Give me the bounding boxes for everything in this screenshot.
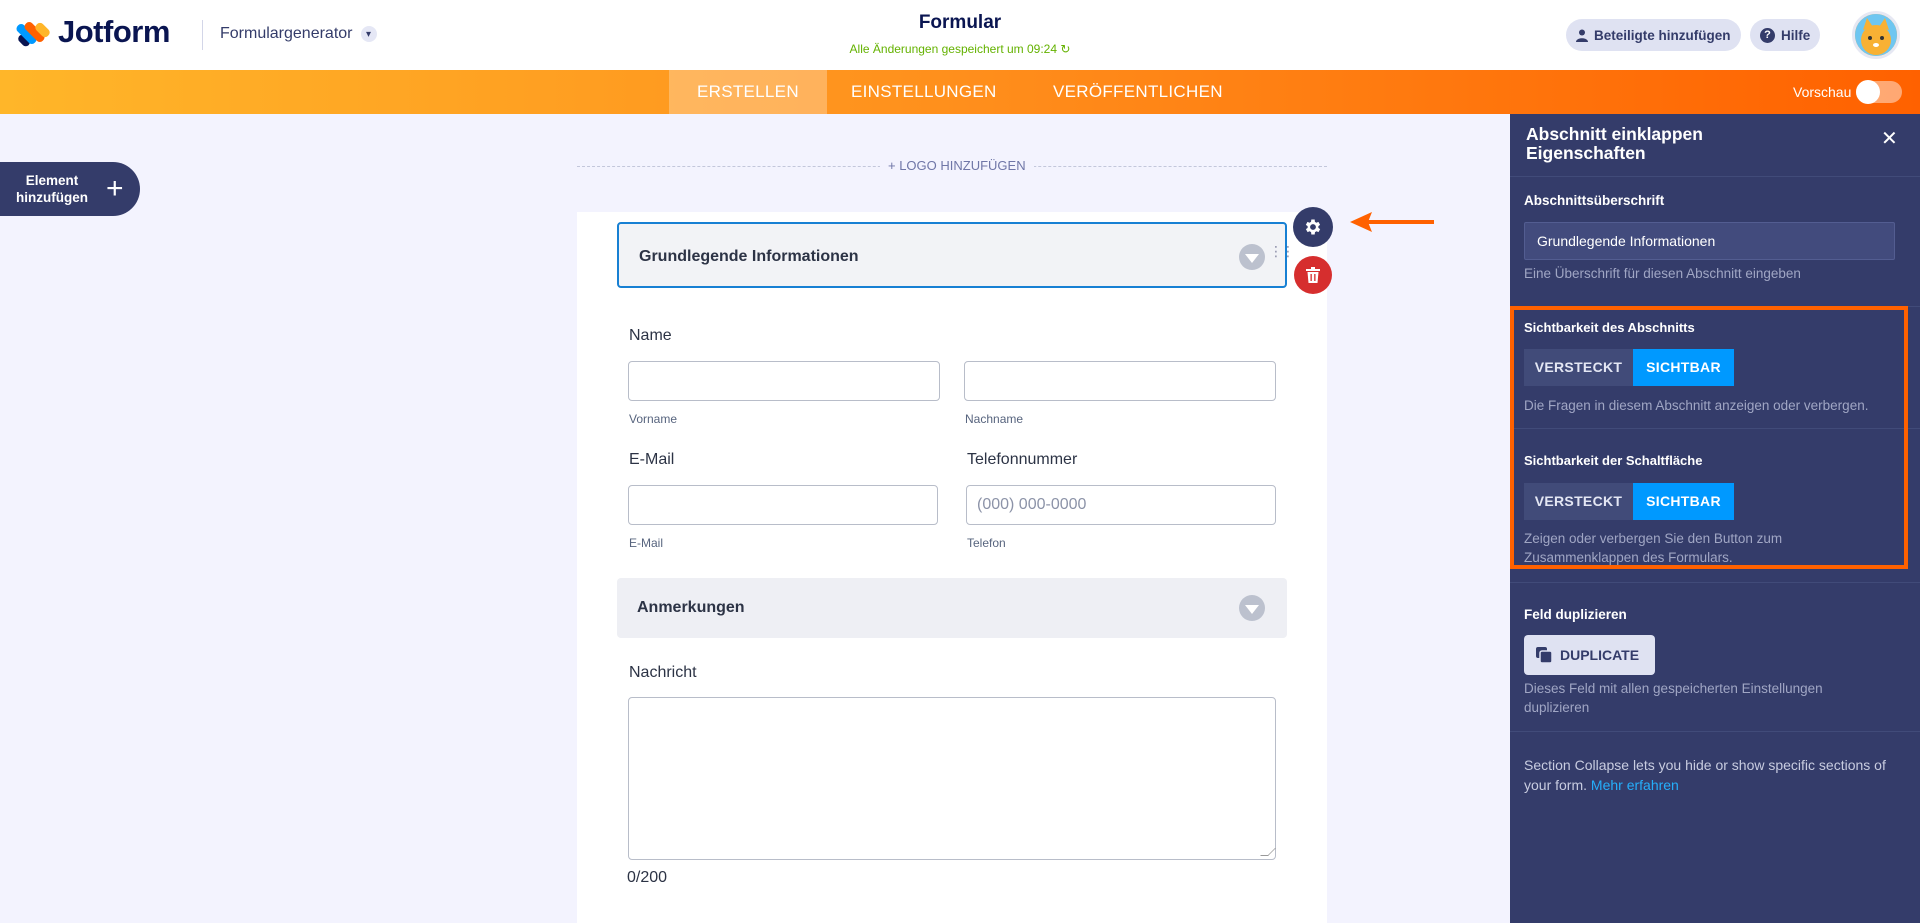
- panel-divider: [1510, 176, 1920, 177]
- add-logo-button[interactable]: + LOGO HINZUFÜGEN: [880, 158, 1034, 173]
- resize-handle-icon[interactable]: [1260, 848, 1276, 856]
- form-generator-label: Formulargenerator: [220, 25, 353, 42]
- tab-settings[interactable]: EINSTELLUNGEN: [851, 70, 997, 114]
- section-title: Grundlegende Informationen: [639, 248, 859, 265]
- name-label: Name: [629, 327, 672, 344]
- header-divider: [202, 20, 203, 50]
- user-icon: [1576, 29, 1588, 42]
- form-title-block: Formular Alle Änderungen gespeichert um …: [760, 12, 1160, 56]
- save-status: Alle Änderungen gespeichert um 09:24 ↻: [849, 42, 1071, 56]
- tab-create[interactable]: ERSTELLEN: [669, 70, 827, 114]
- highlight-box: [1510, 306, 1908, 569]
- drag-handle-icon[interactable]: ⋮⋮: [1269, 244, 1295, 258]
- question-icon: ?: [1760, 27, 1775, 43]
- first-name-sublabel: Vorname: [629, 412, 678, 426]
- form-title[interactable]: Formular: [760, 12, 1160, 34]
- brand-name: Jotform: [58, 14, 170, 49]
- panel-divider: [1510, 582, 1920, 583]
- plus-icon: +: [106, 172, 124, 205]
- avatar-icon: [1855, 14, 1897, 56]
- form-generator-dropdown[interactable]: Formulargenerator ▾: [220, 25, 377, 43]
- char-counter: 0/200: [627, 869, 668, 886]
- panel-divider: [1510, 731, 1920, 732]
- chevron-down-icon[interactable]: [1239, 595, 1265, 621]
- phone-input[interactable]: (000) 000-0000: [966, 485, 1276, 525]
- add-element-label: Element hinzufügen: [16, 173, 88, 205]
- preview-toggle[interactable]: [1856, 80, 1902, 104]
- close-icon[interactable]: ✕: [1881, 126, 1898, 151]
- duplicate-description: Dieses Feld mit allen gespeicherten Eins…: [1524, 681, 1823, 715]
- section-collapse-info: Section Collapse lets you hide or show s…: [1524, 757, 1886, 793]
- duplicate-button[interactable]: DUPLICATE: [1524, 635, 1655, 675]
- toggle-knob: [1856, 80, 1880, 104]
- heading-description: Eine Überschrift für diesen Abschnitt ei…: [1524, 266, 1801, 281]
- phone-sublabel: Telefon: [967, 536, 1006, 550]
- chevron-down-icon: ▾: [360, 26, 377, 42]
- message-label: Nachricht: [629, 664, 697, 681]
- delete-field-button[interactable]: [1294, 256, 1332, 294]
- email-input[interactable]: [628, 485, 938, 525]
- refresh-icon: ↻: [1060, 42, 1071, 56]
- properties-gear-button[interactable]: [1293, 207, 1333, 247]
- add-participants-button[interactable]: Beteiligte hinzufügen: [1566, 19, 1741, 51]
- section-collapse-basic-info[interactable]: Grundlegende Informationen ⋮⋮: [617, 222, 1295, 288]
- learn-more-link[interactable]: Mehr erfahren: [1591, 777, 1679, 793]
- annotation-arrow-icon: [1350, 212, 1434, 232]
- last-name-sublabel: Nachname: [965, 412, 1024, 426]
- copy-icon: [1536, 647, 1552, 663]
- email-sublabel: E-Mail: [629, 536, 664, 550]
- jotform-logo-icon: [14, 16, 52, 48]
- phone-label: Telefonnummer: [967, 451, 1078, 468]
- jotform-logo[interactable]: Jotform: [14, 14, 170, 50]
- chevron-down-icon[interactable]: [1239, 244, 1265, 270]
- trash-icon: [1306, 267, 1320, 283]
- builder-nav: ERSTELLEN EINSTELLUNGEN VERÖFFENTLICHEN …: [0, 70, 1920, 114]
- panel-title: Abschnitt einklappen Eigenschaften: [1526, 124, 1703, 163]
- tab-publish[interactable]: VERÖFFENTLICHEN: [1053, 70, 1223, 114]
- first-name-input[interactable]: [628, 361, 940, 401]
- user-avatar[interactable]: [1852, 11, 1900, 59]
- message-textarea[interactable]: [628, 697, 1276, 860]
- duplicate-label: Feld duplizieren: [1524, 607, 1627, 622]
- preview-label: Vorschau: [1793, 84, 1852, 100]
- gear-icon: [1305, 219, 1321, 235]
- section-heading-input[interactable]: Grundlegende Informationen: [1524, 222, 1895, 260]
- top-header: Jotform Formulargenerator ▾ Formular All…: [0, 0, 1920, 70]
- email-label: E-Mail: [629, 451, 675, 468]
- last-name-input[interactable]: [964, 361, 1276, 401]
- section-title: Anmerkungen: [637, 599, 745, 616]
- section-collapse-notes[interactable]: Anmerkungen: [617, 578, 1287, 638]
- add-element-button[interactable]: Element hinzufügen +: [0, 162, 140, 216]
- heading-label: Abschnittsüberschrift: [1524, 193, 1665, 208]
- help-button[interactable]: ? Hilfe: [1750, 19, 1821, 51]
